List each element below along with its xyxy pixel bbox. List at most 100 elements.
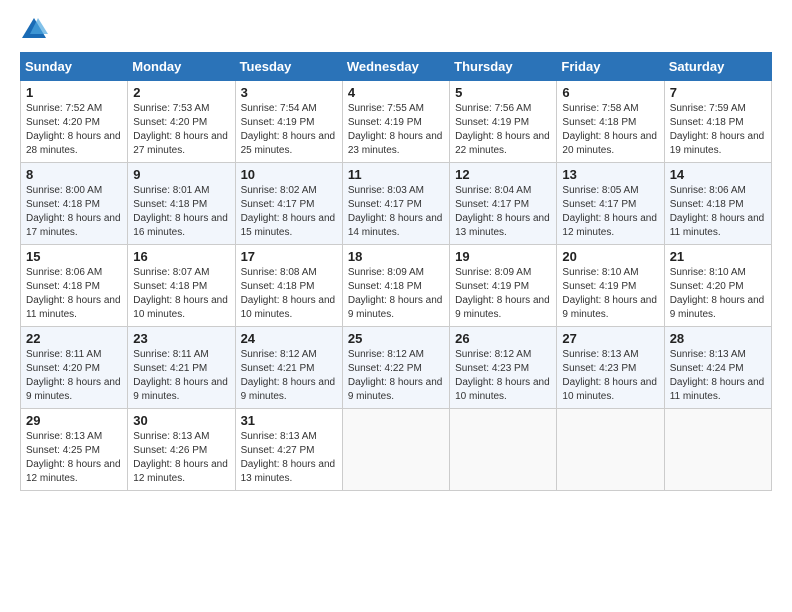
page-header	[20, 16, 772, 44]
calendar-day-cell: 23 Sunrise: 8:11 AMSunset: 4:21 PMDayligh…	[128, 327, 235, 409]
calendar-day-cell: 4 Sunrise: 7:55 AMSunset: 4:19 PMDaylight…	[342, 81, 449, 163]
day-of-week-header: Sunday	[21, 53, 128, 81]
calendar-day-cell: 12 Sunrise: 8:04 AMSunset: 4:17 PMDayligh…	[450, 163, 557, 245]
calendar-header-row: SundayMondayTuesdayWednesdayThursdayFrid…	[21, 53, 772, 81]
day-of-week-header: Monday	[128, 53, 235, 81]
day-info: Sunrise: 7:58 AMSunset: 4:18 PMDaylight:…	[562, 102, 658, 158]
day-number: 11	[348, 167, 444, 182]
calendar-day-cell: 26 Sunrise: 8:12 AMSunset: 4:23 PMDayligh…	[450, 327, 557, 409]
day-info: Sunrise: 7:59 AMSunset: 4:18 PMDaylight:…	[670, 102, 766, 158]
day-info: Sunrise: 8:06 AMSunset: 4:18 PMDaylight:…	[670, 184, 766, 240]
day-of-week-header: Tuesday	[235, 53, 342, 81]
day-info: Sunrise: 8:12 AMSunset: 4:22 PMDaylight:…	[348, 348, 444, 404]
day-number: 4	[348, 85, 444, 100]
day-of-week-header: Wednesday	[342, 53, 449, 81]
day-info: Sunrise: 8:13 AMSunset: 4:23 PMDaylight:…	[562, 348, 658, 404]
calendar-day-cell: 29 Sunrise: 8:13 AMSunset: 4:25 PMDayligh…	[21, 409, 128, 491]
calendar-week-row: 15 Sunrise: 8:06 AMSunset: 4:18 PMDayligh…	[21, 245, 772, 327]
calendar-day-cell: 5 Sunrise: 7:56 AMSunset: 4:19 PMDaylight…	[450, 81, 557, 163]
day-info: Sunrise: 8:11 AMSunset: 4:21 PMDaylight:…	[133, 348, 229, 404]
calendar-week-row: 8Sunrise: 8:00 AMSunset: 4:18 PMDaylight…	[21, 163, 772, 245]
day-info: Sunrise: 8:13 AMSunset: 4:27 PMDaylight:…	[241, 430, 337, 486]
day-info: Sunrise: 8:02 AMSunset: 4:17 PMDaylight:…	[241, 184, 337, 240]
calendar-day-cell: 18 Sunrise: 8:09 AMSunset: 4:18 PMDayligh…	[342, 245, 449, 327]
calendar-day-cell: 16 Sunrise: 8:07 AMSunset: 4:18 PMDayligh…	[128, 245, 235, 327]
calendar-day-cell: 31 Sunrise: 8:13 AMSunset: 4:27 PMDayligh…	[235, 409, 342, 491]
day-number: 27	[562, 331, 658, 346]
calendar-day-cell	[664, 409, 771, 491]
day-number: 15	[26, 249, 122, 264]
calendar-day-cell: 21 Sunrise: 8:10 AMSunset: 4:20 PMDayligh…	[664, 245, 771, 327]
day-number: 1	[26, 85, 122, 100]
calendar-day-cell: 6 Sunrise: 7:58 AMSunset: 4:18 PMDaylight…	[557, 81, 664, 163]
calendar-day-cell: 20 Sunrise: 8:10 AMSunset: 4:19 PMDayligh…	[557, 245, 664, 327]
day-info: Sunrise: 7:55 AMSunset: 4:19 PMDaylight:…	[348, 102, 444, 158]
calendar-day-cell: 22Sunrise: 8:11 AMSunset: 4:20 PMDayligh…	[21, 327, 128, 409]
calendar-day-cell: 1 Sunrise: 7:52 AMSunset: 4:20 PMDaylight…	[21, 81, 128, 163]
day-info: Sunrise: 7:52 AMSunset: 4:20 PMDaylight:…	[26, 102, 122, 158]
calendar-week-row: 22Sunrise: 8:11 AMSunset: 4:20 PMDayligh…	[21, 327, 772, 409]
day-number: 29	[26, 413, 122, 428]
day-info: Sunrise: 8:09 AMSunset: 4:19 PMDaylight:…	[455, 266, 551, 322]
day-info: Sunrise: 7:54 AMSunset: 4:19 PMDaylight:…	[241, 102, 337, 158]
day-info: Sunrise: 8:09 AMSunset: 4:18 PMDaylight:…	[348, 266, 444, 322]
day-number: 20	[562, 249, 658, 264]
logo	[20, 16, 52, 44]
day-info: Sunrise: 8:12 AMSunset: 4:23 PMDaylight:…	[455, 348, 551, 404]
day-info: Sunrise: 7:56 AMSunset: 4:19 PMDaylight:…	[455, 102, 551, 158]
day-info: Sunrise: 8:12 AMSunset: 4:21 PMDaylight:…	[241, 348, 337, 404]
day-number: 14	[670, 167, 766, 182]
day-number: 3	[241, 85, 337, 100]
day-info: Sunrise: 8:03 AMSunset: 4:17 PMDaylight:…	[348, 184, 444, 240]
calendar-day-cell: 25 Sunrise: 8:12 AMSunset: 4:22 PMDayligh…	[342, 327, 449, 409]
calendar-day-cell: 19 Sunrise: 8:09 AMSunset: 4:19 PMDayligh…	[450, 245, 557, 327]
day-number: 31	[241, 413, 337, 428]
day-info: Sunrise: 8:13 AMSunset: 4:24 PMDaylight:…	[670, 348, 766, 404]
day-of-week-header: Saturday	[664, 53, 771, 81]
day-number: 6	[562, 85, 658, 100]
day-number: 28	[670, 331, 766, 346]
day-info: Sunrise: 8:00 AMSunset: 4:18 PMDaylight:…	[26, 184, 122, 240]
day-number: 23	[133, 331, 229, 346]
day-number: 24	[241, 331, 337, 346]
day-number: 2	[133, 85, 229, 100]
day-info: Sunrise: 8:05 AMSunset: 4:17 PMDaylight:…	[562, 184, 658, 240]
calendar-day-cell	[450, 409, 557, 491]
day-number: 18	[348, 249, 444, 264]
day-number: 25	[348, 331, 444, 346]
day-info: Sunrise: 8:04 AMSunset: 4:17 PMDaylight:…	[455, 184, 551, 240]
day-info: Sunrise: 8:10 AMSunset: 4:19 PMDaylight:…	[562, 266, 658, 322]
calendar-week-row: 1 Sunrise: 7:52 AMSunset: 4:20 PMDaylight…	[21, 81, 772, 163]
calendar-day-cell: 3 Sunrise: 7:54 AMSunset: 4:19 PMDaylight…	[235, 81, 342, 163]
calendar-day-cell: 11 Sunrise: 8:03 AMSunset: 4:17 PMDayligh…	[342, 163, 449, 245]
calendar-day-cell: 8Sunrise: 8:00 AMSunset: 4:18 PMDaylight…	[21, 163, 128, 245]
calendar-day-cell: 10 Sunrise: 8:02 AMSunset: 4:17 PMDayligh…	[235, 163, 342, 245]
calendar-day-cell: 24 Sunrise: 8:12 AMSunset: 4:21 PMDayligh…	[235, 327, 342, 409]
day-number: 26	[455, 331, 551, 346]
calendar-day-cell: 28 Sunrise: 8:13 AMSunset: 4:24 PMDayligh…	[664, 327, 771, 409]
day-info: Sunrise: 8:06 AMSunset: 4:18 PMDaylight:…	[26, 266, 122, 322]
calendar-day-cell: 7 Sunrise: 7:59 AMSunset: 4:18 PMDaylight…	[664, 81, 771, 163]
day-info: Sunrise: 8:07 AMSunset: 4:18 PMDaylight:…	[133, 266, 229, 322]
day-number: 21	[670, 249, 766, 264]
calendar-day-cell: 14 Sunrise: 8:06 AMSunset: 4:18 PMDayligh…	[664, 163, 771, 245]
day-info: Sunrise: 8:13 AMSunset: 4:25 PMDaylight:…	[26, 430, 122, 486]
calendar-day-cell: 30Sunrise: 8:13 AMSunset: 4:26 PMDayligh…	[128, 409, 235, 491]
day-of-week-header: Friday	[557, 53, 664, 81]
logo-icon	[20, 16, 48, 44]
day-number: 9	[133, 167, 229, 182]
calendar-day-cell	[342, 409, 449, 491]
day-number: 7	[670, 85, 766, 100]
day-number: 16	[133, 249, 229, 264]
calendar-table: SundayMondayTuesdayWednesdayThursdayFrid…	[20, 52, 772, 491]
day-info: Sunrise: 8:10 AMSunset: 4:20 PMDaylight:…	[670, 266, 766, 322]
calendar-day-cell: 27 Sunrise: 8:13 AMSunset: 4:23 PMDayligh…	[557, 327, 664, 409]
day-number: 22	[26, 331, 122, 346]
day-number: 10	[241, 167, 337, 182]
day-number: 12	[455, 167, 551, 182]
calendar-day-cell: 9Sunrise: 8:01 AMSunset: 4:18 PMDaylight…	[128, 163, 235, 245]
day-number: 5	[455, 85, 551, 100]
day-info: Sunrise: 7:53 AMSunset: 4:20 PMDaylight:…	[133, 102, 229, 158]
day-number: 30	[133, 413, 229, 428]
day-number: 19	[455, 249, 551, 264]
